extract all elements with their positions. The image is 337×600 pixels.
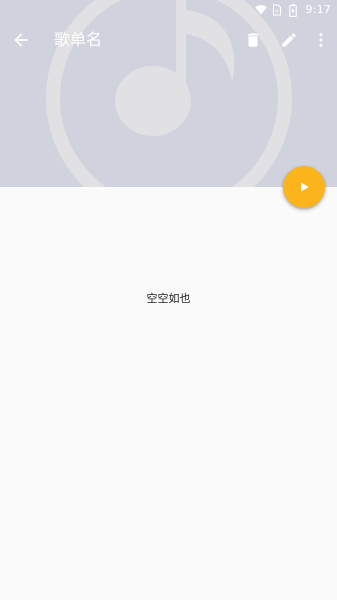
toolbar: 歌单名 (0, 20, 337, 60)
playlist-header: 9:17 歌单名 (0, 0, 337, 187)
back-arrow-icon (14, 33, 28, 47)
play-icon (301, 182, 309, 192)
status-icons: 9:17 (255, 2, 331, 18)
more-vert-icon (319, 33, 323, 47)
status-time: 9:17 (305, 3, 331, 16)
status-bar: 9:17 (0, 0, 337, 20)
sim-icon (271, 4, 283, 16)
more-options-button[interactable] (309, 28, 333, 52)
delete-button[interactable] (241, 28, 265, 52)
empty-state-text: 空空如也 (146, 292, 191, 305)
edit-button[interactable] (277, 28, 301, 52)
battery-icon (287, 3, 299, 17)
edit-icon (282, 33, 296, 47)
wifi-icon (255, 4, 268, 16)
playlist-title: 歌单名 (54, 30, 103, 49)
delete-icon (247, 33, 259, 47)
play-fab[interactable] (283, 166, 325, 208)
back-button[interactable] (9, 28, 33, 52)
